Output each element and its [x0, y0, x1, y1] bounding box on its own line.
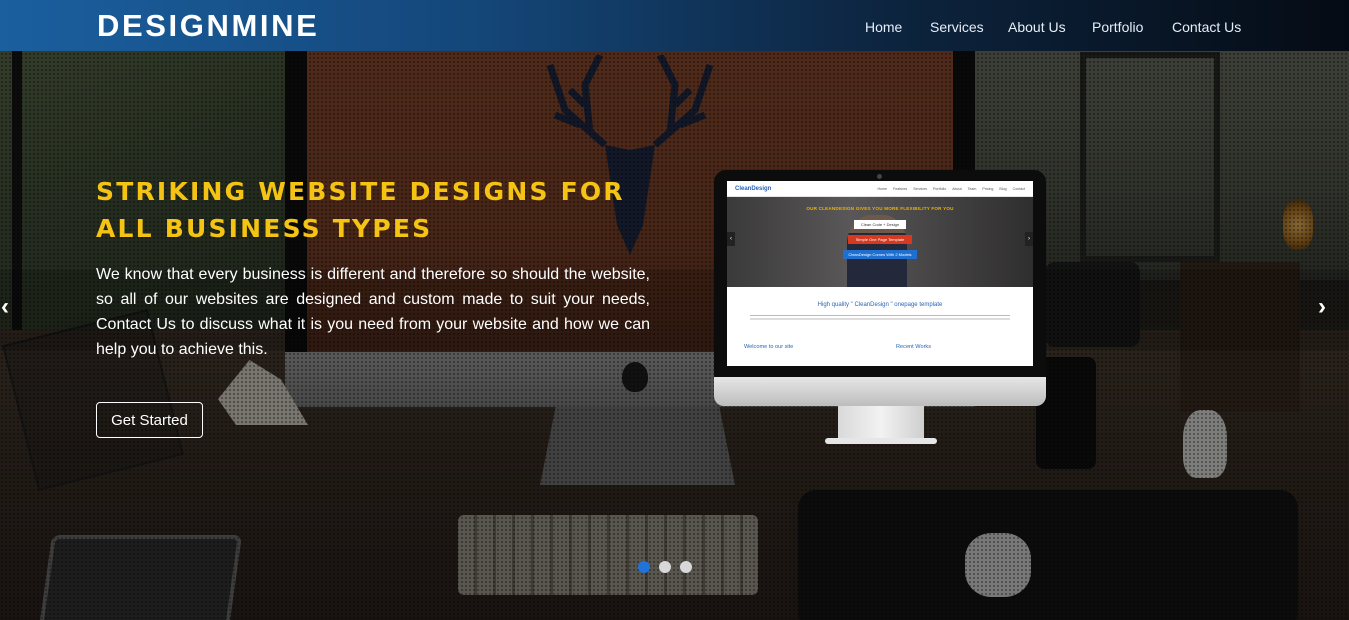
carousel-dot-3[interactable] — [680, 561, 692, 573]
mockup-prev-icon: ‹ — [727, 232, 735, 246]
mockup-col-1: Welcome to our site — [744, 344, 794, 350]
mockup-columns: Welcome to our site Recent Works — [727, 344, 1033, 350]
mockup-screen: CleanDesign Home Features Services Portf… — [727, 181, 1033, 366]
mockup-button-2: Simple One Page Template — [848, 235, 912, 244]
chevron-left-icon[interactable]: › — [0, 293, 9, 320]
nav-link-about-us[interactable]: About Us — [1008, 19, 1066, 35]
carousel-indicators — [638, 561, 692, 573]
monitor-base — [825, 438, 937, 444]
hero-headline: STRIKING WEBSITE DESIGNS FOR ALL BUSINES… — [96, 173, 656, 247]
mockup-nav-link: Pricing — [982, 186, 994, 191]
mockup-button-1: Clean Code + Design — [854, 220, 906, 229]
nav-link-portfolio[interactable]: Portfolio — [1092, 19, 1143, 35]
nav-link-home[interactable]: Home — [865, 19, 902, 35]
mockup-nav-link: Services — [913, 186, 928, 191]
mockup-nav-link: Home — [877, 186, 888, 191]
mockup-logo: CleanDesign — [735, 185, 772, 192]
chevron-right-icon[interactable]: › — [1318, 294, 1336, 320]
mockup-nav-link: Features — [893, 186, 908, 191]
carousel-dot-1[interactable] — [638, 561, 650, 573]
mockup-col-2: Recent Works — [896, 344, 932, 350]
nav-link-contact-us[interactable]: Contact Us — [1172, 19, 1241, 35]
monitor-camera-icon — [877, 174, 882, 179]
mockup-paragraph-lines — [750, 315, 1010, 322]
hero-headline-line-1: STRIKING WEBSITE DESIGNS FOR — [96, 177, 625, 206]
get-started-button[interactable]: Get Started — [96, 402, 203, 438]
mockup-tagline: OUR CLEANDESIGN GIVES YOU MORE FLEXIBILI… — [806, 206, 954, 211]
hero-headline-line-2: ALL BUSINESS TYPES — [96, 214, 433, 243]
monitor-chin — [714, 377, 1046, 406]
monitor-neck — [838, 406, 924, 440]
carousel-dot-2[interactable] — [659, 561, 671, 573]
site-header: DESIGNMINE Home Services About Us Portfo… — [0, 0, 1349, 51]
mockup-nav-link: Portfolio — [933, 186, 947, 191]
mockup-next-icon: › — [1025, 232, 1033, 246]
mockup-nav-links: Home Features Services Portfolio About T… — [877, 187, 1025, 191]
mockup-heading: High quality " CleanDesign " onepage tem… — [817, 302, 943, 308]
mockup-hero: OUR CLEANDESIGN GIVES YOU MORE FLEXIBILI… — [727, 197, 1033, 287]
mockup-nav-link: Blog — [999, 186, 1007, 191]
mockup-button-3: CleanDesign Comes With 2 Models — [843, 250, 917, 259]
mockup-nav-link: Contact — [1012, 186, 1025, 191]
mockup-nav-link: Team — [967, 186, 977, 191]
mockup-body: High quality " CleanDesign " onepage tem… — [727, 287, 1033, 322]
site-logo[interactable]: DESIGNMINE — [97, 8, 319, 44]
mockup-nav-link: About — [952, 186, 962, 191]
mockup-navbar: CleanDesign Home Features Services Portf… — [727, 181, 1033, 197]
hero-description: We know that every business is different… — [96, 266, 650, 358]
monitor-mockup: CleanDesign Home Features Services Portf… — [714, 170, 1046, 406]
nav-link-services[interactable]: Services — [930, 19, 984, 35]
